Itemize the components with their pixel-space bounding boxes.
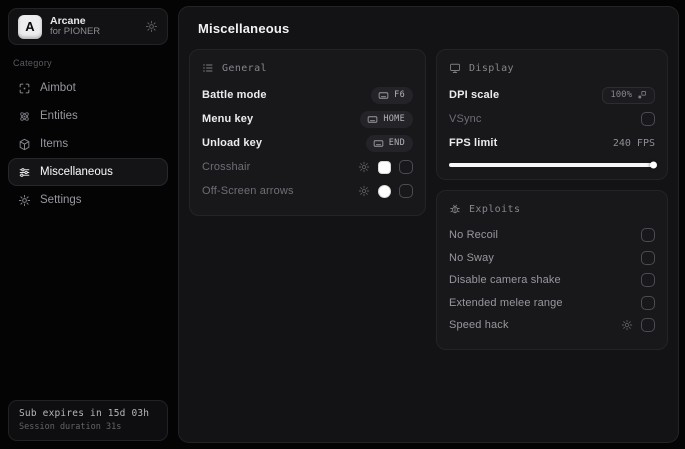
setting-label: Disable camera shake — [449, 274, 561, 287]
sidebar-item-label: Entities — [40, 110, 78, 122]
setting-row-disable-camera-shake: Disable camera shake — [449, 269, 655, 292]
bug-icon — [449, 203, 461, 215]
sliders-icon — [18, 166, 31, 179]
monitor-icon — [449, 62, 461, 74]
app-window: A Arcane for PIONER Category Aimbot Enti… — [0, 0, 685, 449]
gear-icon[interactable] — [358, 161, 370, 173]
color-swatch[interactable] — [378, 184, 391, 198]
setting-row-dpi-scale: DPI scale 100% — [449, 83, 655, 107]
speed-hack-checkbox[interactable] — [641, 318, 655, 333]
sidebar-item-entities[interactable]: Entities — [8, 102, 168, 130]
setting-label: FPS limit — [449, 137, 498, 149]
setting-row-battle-mode: Battle mode F6 — [202, 83, 413, 107]
setting-row-unload-key: Unload key END — [202, 131, 413, 155]
scale-icon — [637, 90, 647, 100]
sidebar-item-aimbot[interactable]: Aimbot — [8, 74, 168, 102]
settings-gear-icon[interactable] — [145, 20, 158, 33]
setting-label: Off-Screen arrows — [202, 185, 294, 197]
fps-slider-knob[interactable] — [650, 161, 657, 169]
setting-label: Battle mode — [202, 89, 267, 101]
sidebar-item-label: Settings — [40, 194, 82, 206]
color-swatch[interactable] — [378, 160, 391, 174]
keyboard-icon — [378, 90, 389, 101]
setting-row-vsync: VSync — [449, 107, 655, 131]
sidebar-item-label: Items — [40, 138, 69, 150]
gear-icon[interactable] — [621, 319, 633, 331]
fps-slider-fill — [449, 163, 655, 167]
general-card-title: General — [222, 62, 267, 74]
atom-icon — [18, 110, 31, 123]
sidebar-item-miscellaneous[interactable]: Miscellaneous — [8, 158, 168, 186]
sidebar-item-label: Aimbot — [40, 82, 76, 94]
setting-label: Menu key — [202, 113, 254, 125]
box-icon — [18, 138, 31, 151]
category-label: Category — [13, 58, 52, 68]
setting-row-no-sway: No Sway — [449, 247, 655, 270]
setting-label: Crosshair — [202, 161, 251, 173]
page-title: Miscellaneous — [198, 21, 290, 36]
setting-label: DPI scale — [449, 89, 500, 101]
setting-row-extended-melee-range: Extended melee range — [449, 292, 655, 315]
vsync-checkbox[interactable] — [641, 112, 655, 126]
disable-camera-shake-checkbox[interactable] — [641, 273, 655, 288]
app-logo: A — [18, 14, 42, 39]
display-card: Display DPI scale 100% VSync FPS limit 2… — [436, 49, 668, 180]
main-panel: Miscellaneous General Battle mode F6 Men… — [178, 6, 679, 443]
setting-row-menu-key: Menu key HOME — [202, 107, 413, 131]
keyboard-icon — [367, 114, 378, 125]
setting-row-offscreen-arrows: Off-Screen arrows — [202, 179, 413, 203]
keybind-value: F6 — [394, 90, 405, 100]
app-subtitle: for PIONER — [50, 26, 101, 38]
offscreen-arrows-checkbox[interactable] — [399, 184, 413, 198]
brand-card: A Arcane for PIONER — [8, 8, 168, 45]
crosshair-icon — [18, 82, 31, 95]
setting-label: VSync — [449, 113, 482, 125]
setting-label: Extended melee range — [449, 296, 563, 309]
display-card-title: Display — [469, 62, 514, 74]
exploits-card: Exploits No Recoil No Sway Disable camer… — [436, 190, 668, 350]
dpi-scale-value: 100% — [610, 90, 632, 100]
sidebar-item-label: Miscellaneous — [40, 166, 113, 178]
general-card: General Battle mode F6 Menu key HOME Unl… — [189, 49, 426, 216]
setting-row-fps-limit: FPS limit 240 FPS — [449, 131, 655, 155]
dpi-scale-select[interactable]: 100% — [602, 86, 655, 104]
setting-row-crosshair: Crosshair — [202, 155, 413, 179]
sub-expiry-text: Sub expires in 15d 03h — [19, 408, 150, 419]
fps-limit-value: 240 FPS — [612, 137, 655, 149]
setting-row-speed-hack: Speed hack — [449, 314, 655, 337]
sidebar-nav: Aimbot Entities Items Miscellaneous Sett… — [8, 74, 168, 214]
keybind-value: HOME — [383, 114, 405, 124]
subscription-card: Sub expires in 15d 03h Session duration … — [8, 400, 168, 441]
setting-label: Speed hack — [449, 319, 509, 332]
keybind-value: END — [388, 138, 405, 148]
fps-limit-slider[interactable] — [449, 161, 657, 169]
no-sway-checkbox[interactable] — [641, 250, 655, 265]
keybind-pill-battle-mode[interactable]: F6 — [371, 86, 413, 104]
keyboard-icon — [373, 138, 384, 149]
keybind-pill-menu-key[interactable]: HOME — [360, 110, 413, 128]
extended-melee-range-checkbox[interactable] — [641, 295, 655, 310]
sidebar: A Arcane for PIONER Category Aimbot Enti… — [0, 0, 176, 449]
list-icon — [202, 62, 214, 74]
no-recoil-checkbox[interactable] — [641, 228, 655, 243]
setting-label: No Sway — [449, 251, 495, 264]
setting-label: Unload key — [202, 137, 263, 149]
session-duration-text: Session duration 31s — [19, 422, 122, 432]
sidebar-item-settings[interactable]: Settings — [8, 186, 168, 214]
keybind-pill-unload-key[interactable]: END — [365, 134, 413, 152]
gear-icon — [18, 194, 31, 207]
setting-label: No Recoil — [449, 229, 499, 242]
exploits-card-title: Exploits — [469, 203, 521, 215]
sidebar-item-items[interactable]: Items — [8, 130, 168, 158]
setting-row-no-recoil: No Recoil — [449, 224, 655, 247]
crosshair-checkbox[interactable] — [399, 160, 413, 174]
gear-icon[interactable] — [358, 185, 370, 197]
